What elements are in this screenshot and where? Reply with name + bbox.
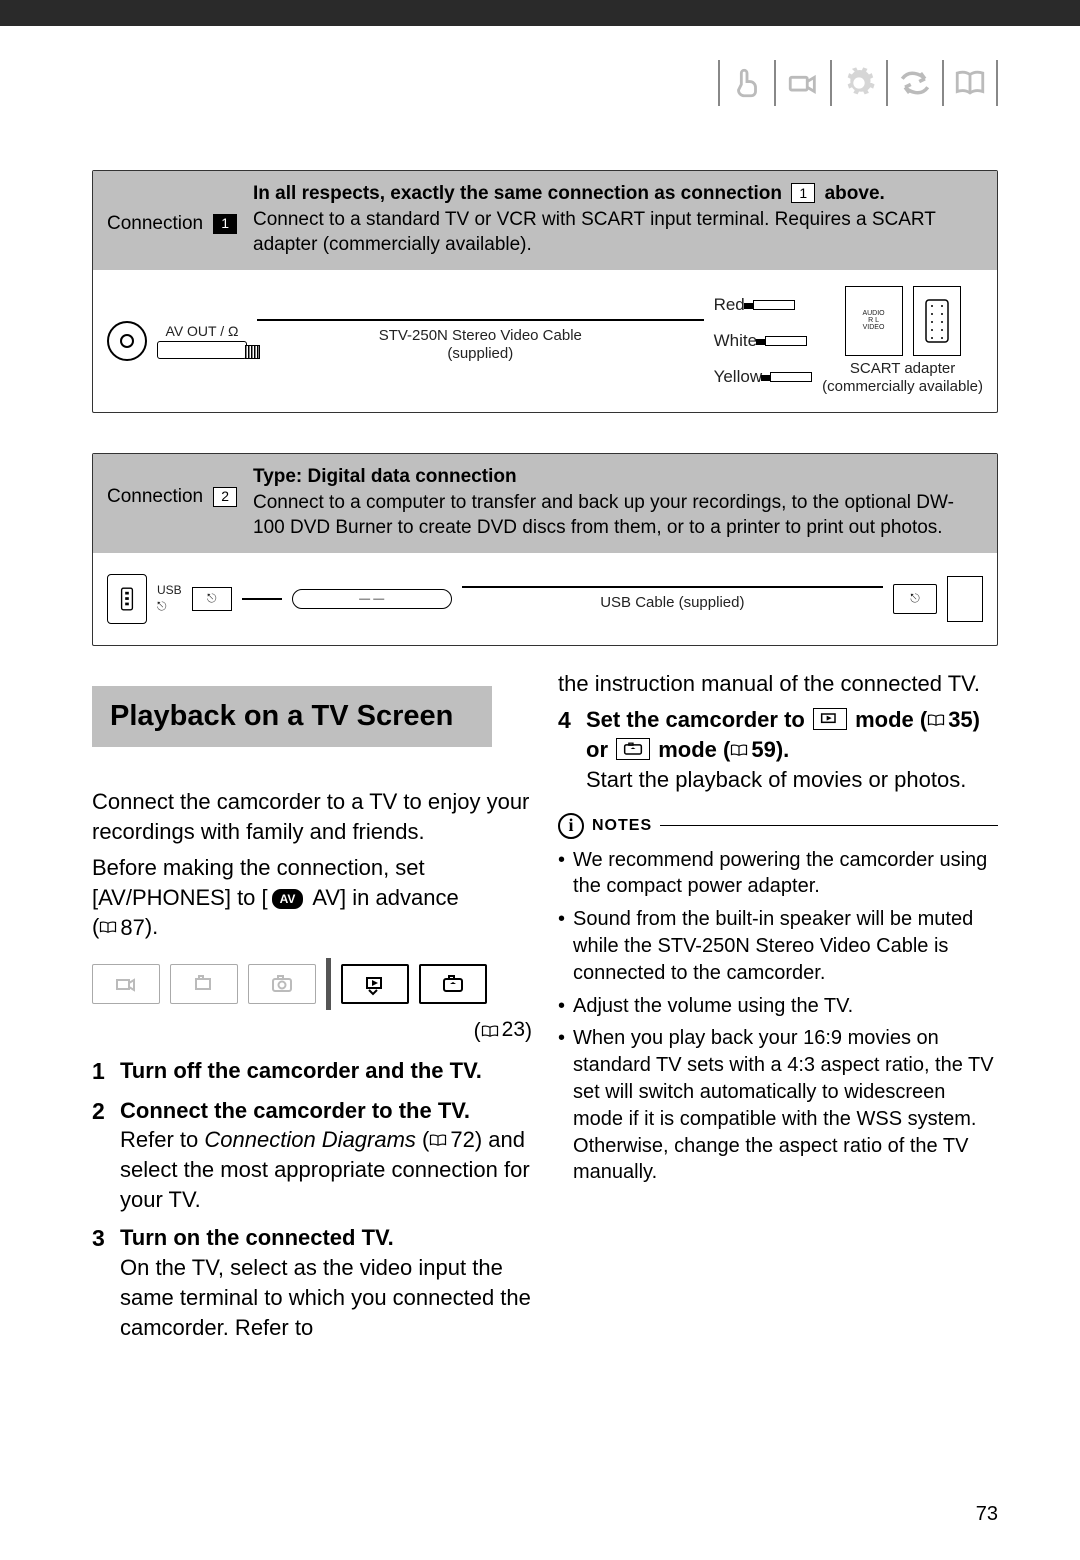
info-icon: i (558, 813, 584, 839)
mode-rec-movie2-icon (170, 964, 238, 1004)
rca-plug-icon (765, 336, 807, 346)
usb-text: USB (157, 583, 182, 597)
list-item: Sound from the built-in speaker will be … (558, 906, 998, 986)
step-3: 3 Turn on the connected TV. On the TV, s… (92, 1223, 532, 1343)
connection-label-text: Connection (107, 211, 203, 237)
camcorder-point-icon (774, 60, 830, 106)
list-item: When you play back your 16:9 movies on s… (558, 1025, 998, 1186)
section-title: Playback on a TV Screen (110, 700, 474, 733)
rca-white: White (714, 331, 757, 351)
connection-2-label: Connection 2 (107, 464, 235, 510)
usb-a-plug-icon: ⎋ (192, 587, 232, 611)
stv-cable-name: STV-250N Stereo Video Cable (379, 327, 582, 345)
mode-play-movie-icon (341, 964, 409, 1004)
notes-header: i NOTES (558, 813, 998, 839)
usb-trident-icon: ⎋ (157, 599, 167, 614)
connection-2-box: Connection 2 Type: Digital data connecti… (92, 453, 998, 646)
mode-ref: ( 23) (92, 1016, 532, 1046)
book-icon (942, 60, 998, 106)
conn1-desc: Connect to a standard TV or VCR with SCA… (253, 207, 983, 258)
plug-icon (157, 341, 247, 359)
step-4: 4 Set the camcorder to mode ( 35) or mod… (558, 705, 998, 795)
mode-bar (92, 958, 532, 1010)
list-item: We recommend powering the camcorder usin… (558, 847, 998, 901)
usb-port-icon (107, 574, 147, 624)
rca-plug-icon (753, 300, 795, 310)
book-ref-87: 87 (99, 913, 144, 943)
rca-yellow: Yellow (714, 367, 763, 387)
conn2-diagram: USB ⎋ ⎋ — — USB Cable (supplied) ⎋ (93, 553, 997, 645)
scart-connector-icon (913, 286, 961, 356)
mode-play-photo-icon (419, 964, 487, 1004)
play-movie-mode-icon (813, 708, 847, 730)
connection-1-badge: 1 (213, 214, 237, 234)
stv-supplied: (supplied) (447, 345, 513, 363)
mode-divider (326, 958, 331, 1010)
usb-b-plug-icon: ⎋ (893, 584, 937, 614)
conn2-type: Type: Digital data connection (253, 464, 983, 490)
scart-label: SCART adapter (850, 360, 955, 378)
usb-cable-name: USB Cable (supplied) (600, 594, 744, 612)
section-title-box: Playback on a TV Screen (92, 686, 492, 747)
intro-1: Connect the camcorder to a TV to enjoy y… (92, 787, 532, 847)
connection-label-text: Connection (107, 484, 203, 510)
connection-1-label: Connection 1 (107, 181, 235, 237)
scart-adapter-icon: AUDIOR LVIDEO (845, 286, 903, 356)
conn1-bold-post: above. (825, 183, 885, 204)
right-column: the instruction manual of the connected … (558, 669, 998, 1351)
list-item: Adjust the volume using the TV. (558, 993, 998, 1020)
av-pill-icon: AV (272, 889, 304, 909)
ref-badge-1: 1 (791, 183, 815, 203)
mode-rec-movie-icon (92, 964, 160, 1004)
conn2-desc: Connect to a computer to transfer and ba… (253, 490, 983, 541)
header-icon-strip (718, 60, 998, 106)
step-2: 2 Connect the camcorder to the TV. Refer… (92, 1096, 532, 1216)
step-1: 1 Turn off the camcorder and the TV. (92, 1056, 532, 1087)
conn1-bold-pre: In all respects, exactly the same connec… (253, 183, 782, 204)
arrows-icon (886, 60, 942, 106)
conn1-diagram: AV OUT / Ω STV-250N Stereo Video Cable (… (93, 270, 997, 412)
notes-list: We recommend powering the camcorder usin… (558, 847, 998, 1187)
av-out-jack-icon (107, 321, 147, 361)
headphone-icon: Ω (228, 323, 238, 339)
mode-rec-photo-icon (248, 964, 316, 1004)
connection-2-badge: 2 (213, 487, 237, 507)
notes-label: NOTES (592, 815, 652, 837)
play-photo-mode-icon (616, 738, 650, 760)
left-column: Connect the camcorder to a TV to enjoy y… (92, 787, 532, 1351)
usb-device-icon (947, 576, 983, 622)
av-out-label: AV OUT / (166, 323, 225, 339)
rca-split: Red White Yellow (714, 295, 813, 387)
rca-red: Red (714, 295, 745, 315)
rca-plug-icon (770, 372, 812, 382)
gear-icon (830, 60, 886, 106)
usb-ferrite-icon: — — (292, 589, 452, 609)
step3-cont: the instruction manual of the connected … (558, 669, 998, 699)
connection-1-box: Connection 1 In all respects, exactly th… (92, 170, 998, 413)
page-number: 73 (976, 1503, 998, 1526)
top-bar (0, 0, 1080, 26)
intro-2: Before making the connection, set [AV/PH… (92, 853, 532, 943)
scart-sub: (commercially available) (822, 378, 983, 396)
hand-point-icon (718, 60, 774, 106)
